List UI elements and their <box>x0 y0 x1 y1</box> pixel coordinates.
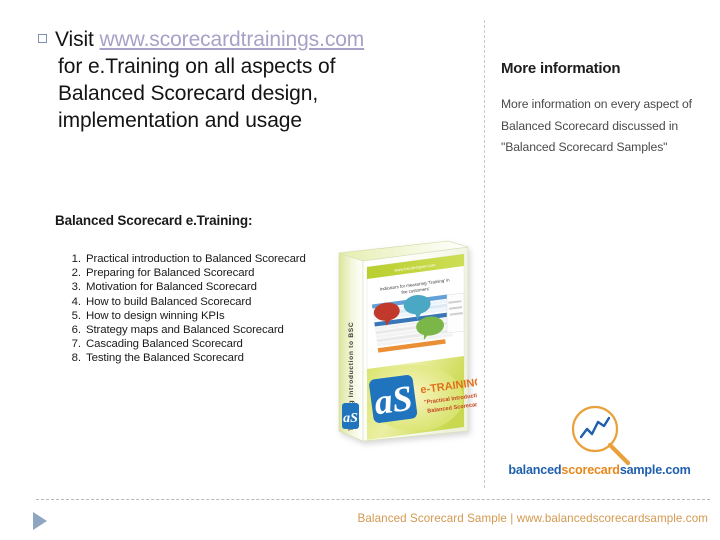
balancedscorecardsample-logo: balancedscorecardsample.com <box>497 405 702 485</box>
footer-text: Balanced Scorecard Sample | www.balanced… <box>357 512 708 525</box>
headline-block: Visit www.scorecardtrainings.com for e.Tr… <box>38 26 468 134</box>
svg-text:aS: aS <box>343 411 358 426</box>
headline-line-4: implementation and usage <box>58 109 302 132</box>
footer-dashed-divider <box>36 499 710 500</box>
more-information-panel: More information More information on eve… <box>501 60 699 159</box>
panel-body: More information on every aspect of Bala… <box>501 97 692 154</box>
list-item: How to design winning KPIs <box>84 309 349 323</box>
vertical-dashed-divider <box>484 20 485 488</box>
logo-wordmark: balancedscorecardsample.com <box>497 463 702 477</box>
logo-word-balanced: balanced <box>508 463 562 477</box>
square-bullet-icon <box>38 34 47 43</box>
product-box-image: Training Introduction to BSC aS www.bscd… <box>327 235 492 465</box>
headline-region: Visit www.scorecardtrainings.com for e.Tr… <box>38 26 468 134</box>
list-item: Cascading Balanced Scorecard <box>84 337 349 351</box>
magnifying-glass-chart-icon <box>571 405 631 466</box>
list-item: Strategy maps and Balanced Scorecard <box>84 323 349 337</box>
headline-prefix: Visit <box>55 28 100 51</box>
panel-title: More information <box>501 60 621 77</box>
list-item: How to build Balanced Scorecard <box>84 295 349 309</box>
headline-line-2: for e.Training on all aspects of <box>58 55 336 78</box>
logo-word-scorecard: scorecard <box>561 463 620 477</box>
list-item: Motivation for Balanced Scorecard <box>84 280 349 294</box>
course-list-subheading: Balanced Scorecard e.Training: <box>55 213 253 228</box>
list-item: Practical introduction to Balanced Score… <box>84 252 349 266</box>
svg-text:aS: aS <box>372 378 415 423</box>
list-item: Testing the Balanced Scorecard <box>84 351 349 365</box>
headline-line-3: Balanced Scorecard design, <box>58 82 319 105</box>
logo-word-sample: sample.com <box>619 463 691 477</box>
list-item: Preparing for Balanced Scorecard <box>84 266 349 280</box>
slide-canvas: Visit www.scorecardtrainings.com for e.Tr… <box>0 0 720 540</box>
scorecardtrainings-link[interactable]: www.scorecardtrainings.com <box>100 28 365 51</box>
headline-text: Visit www.scorecardtrainings.com for e.Tr… <box>38 26 468 134</box>
course-list: Practical introduction to Balanced Score… <box>48 252 349 366</box>
play-triangle-icon <box>33 512 47 530</box>
